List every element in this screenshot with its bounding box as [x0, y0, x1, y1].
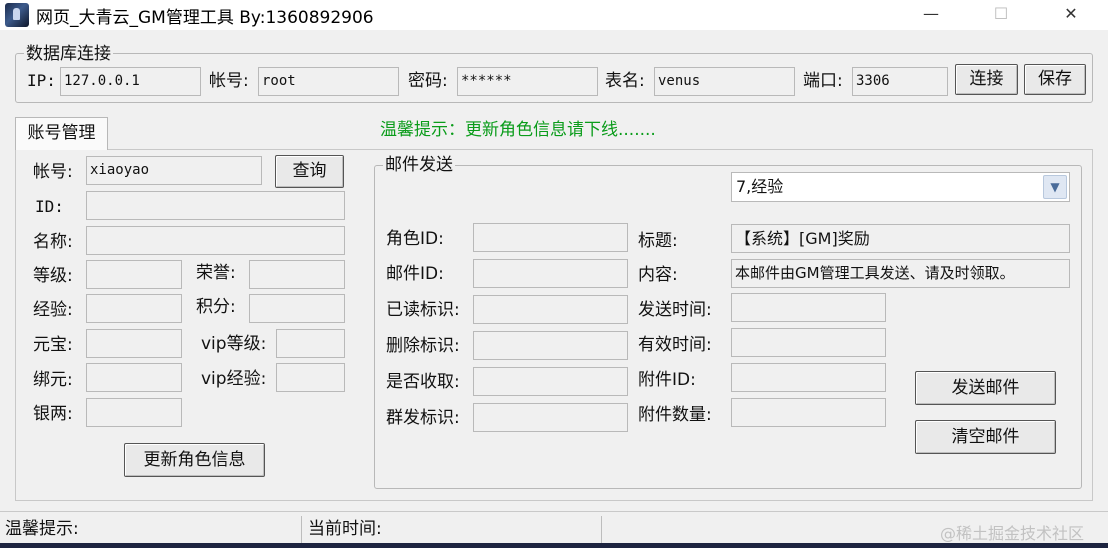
mail-type-value: 7,经验: [736, 177, 784, 196]
window-title: 网页_大青云_GM管理工具 By:1360892906: [36, 8, 374, 28]
mail-id-field[interactable]: [473, 259, 628, 288]
delete-flag-label: 删除标识:: [386, 336, 460, 356]
level-label: 等级:: [33, 266, 73, 286]
yuanbao-label: 元宝:: [33, 335, 73, 355]
read-flag-label: 已读标识:: [386, 300, 460, 320]
table-field[interactable]: venus: [654, 67, 795, 96]
watermark: @稀土掘金技术社区: [940, 524, 1085, 543]
send-time-label: 发送时间:: [638, 300, 712, 320]
group-send-label: 群发标识:: [386, 408, 460, 428]
attach-count-label: 附件数量:: [638, 405, 712, 425]
yuanbao-field[interactable]: [86, 329, 182, 358]
bind-yuanbao-field[interactable]: [86, 363, 182, 392]
mail-title-field[interactable]: 【系统】[GM]奖励: [731, 224, 1070, 253]
role-id-field[interactable]: [473, 223, 628, 252]
maximize-icon[interactable]: ☐: [978, 0, 1024, 30]
send-time-field[interactable]: [731, 293, 886, 322]
db-connection-legend: 数据库连接: [24, 44, 113, 64]
points-label: 积分:: [196, 297, 236, 317]
id-label: ID:: [35, 197, 64, 216]
query-button[interactable]: 查询: [275, 155, 344, 188]
silver-field[interactable]: [86, 398, 182, 427]
exp-label: 经验:: [33, 300, 73, 320]
password-label: 密码:: [408, 71, 448, 91]
honor-label: 荣誉:: [196, 263, 236, 283]
received-label: 是否收取:: [386, 372, 460, 392]
bind-yuanbao-label: 绑元:: [33, 370, 73, 390]
close-icon[interactable]: ✕: [1048, 0, 1094, 30]
status-separator: [601, 516, 602, 544]
status-time-label: 当前时间:: [308, 519, 382, 539]
port-field[interactable]: 3306: [852, 67, 948, 96]
valid-time-field[interactable]: [731, 328, 886, 357]
attach-id-field[interactable]: [731, 363, 886, 392]
account-label: 帐号:: [33, 162, 73, 182]
mail-id-label: 邮件ID:: [386, 264, 444, 284]
connect-button[interactable]: 连接: [955, 64, 1018, 95]
table-label: 表名:: [605, 71, 645, 91]
app-icon: [5, 3, 29, 27]
send-mail-button[interactable]: 发送邮件: [915, 371, 1056, 405]
exp-field[interactable]: [86, 294, 182, 323]
mail-type-select[interactable]: 7,经验 ▼: [731, 172, 1070, 202]
received-field[interactable]: [473, 367, 628, 396]
update-hint: 温馨提示：更新角色信息请下线.......: [380, 120, 656, 140]
read-flag-field[interactable]: [473, 295, 628, 324]
mail-legend: 邮件发送: [383, 155, 455, 175]
name-field[interactable]: [86, 226, 345, 255]
ip-field[interactable]: 127.0.0.1: [60, 67, 201, 96]
content-label: 内容:: [638, 265, 678, 285]
valid-time-label: 有效时间:: [638, 335, 712, 355]
honor-field[interactable]: [249, 260, 345, 289]
vip-level-field[interactable]: [276, 329, 345, 358]
id-field[interactable]: [86, 191, 345, 220]
clear-mail-button[interactable]: 清空邮件: [915, 420, 1056, 454]
vip-exp-field[interactable]: [276, 363, 345, 392]
minimize-icon[interactable]: —: [908, 0, 954, 30]
title-label: 标题:: [638, 231, 678, 251]
attach-id-label: 附件ID:: [638, 370, 696, 390]
role-id-label: 角色ID:: [386, 229, 444, 249]
account-label: 帐号:: [209, 71, 249, 91]
update-role-button[interactable]: 更新角色信息: [124, 443, 265, 477]
account-field[interactable]: xiaoyao: [86, 156, 262, 185]
chevron-down-icon[interactable]: ▼: [1043, 175, 1067, 199]
port-label: 端口:: [803, 71, 843, 91]
attach-count-field[interactable]: [731, 398, 886, 427]
group-send-field[interactable]: [473, 403, 628, 432]
status-hint-label: 温馨提示:: [5, 519, 79, 539]
level-field[interactable]: [86, 260, 182, 289]
ip-label: IP:: [27, 71, 56, 90]
vip-level-label: vip等级:: [201, 334, 267, 354]
save-button[interactable]: 保存: [1024, 64, 1086, 95]
mail-content-field[interactable]: 本邮件由GM管理工具发送、请及时领取。: [731, 259, 1070, 288]
title-bar: 网页_大青云_GM管理工具 By:1360892906 — ☐ ✕: [0, 0, 1108, 30]
desktop-strip: [0, 543, 1108, 548]
account-field[interactable]: root: [258, 67, 399, 96]
silver-label: 银两:: [33, 404, 73, 424]
name-label: 名称:: [33, 232, 73, 252]
tab-account-management[interactable]: 账号管理: [15, 117, 108, 150]
password-field[interactable]: ******: [457, 67, 598, 96]
delete-flag-field[interactable]: [473, 331, 628, 360]
status-separator: [301, 516, 302, 544]
points-field[interactable]: [249, 294, 345, 323]
vip-exp-label: vip经验:: [201, 369, 267, 389]
